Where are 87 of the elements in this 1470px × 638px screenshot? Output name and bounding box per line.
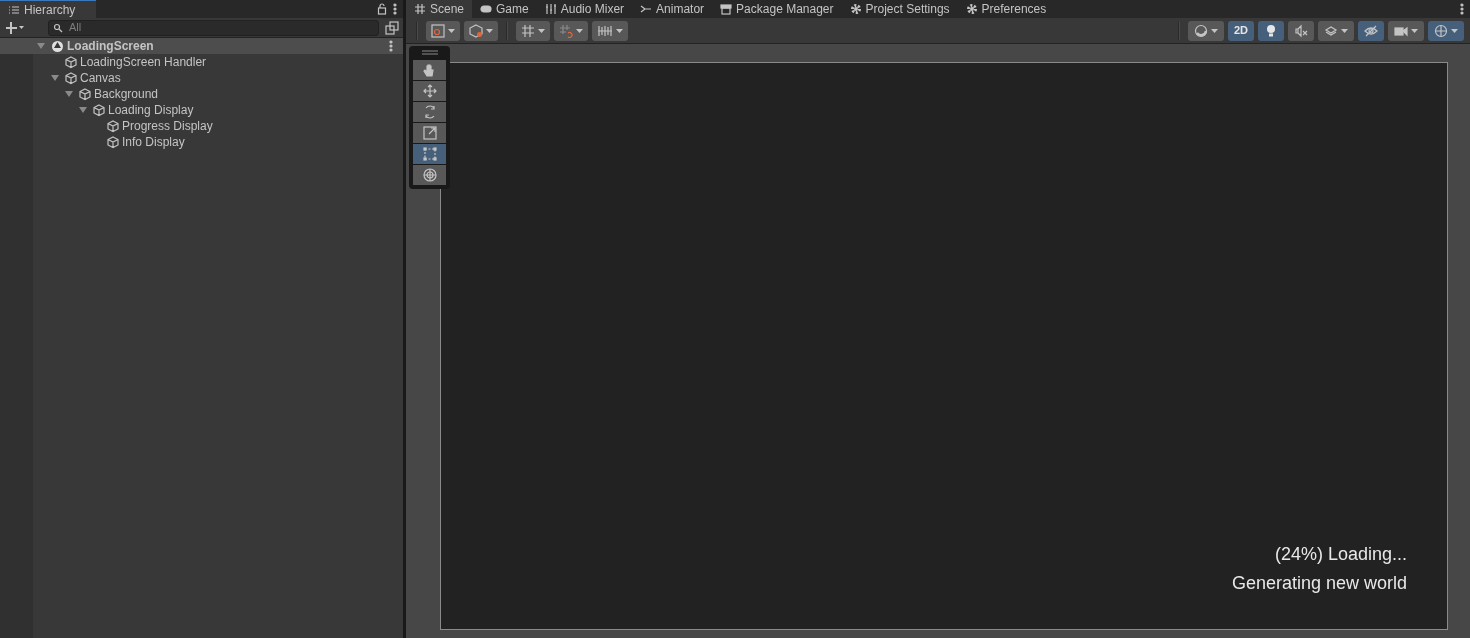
scene-tab[interactable]: Package Manager xyxy=(712,0,842,18)
loading-text: Generating new world xyxy=(1231,573,1407,595)
snap-icon xyxy=(559,23,573,38)
gamepad-icon xyxy=(480,3,493,15)
cube-icon xyxy=(107,119,119,133)
tool-button[interactable] xyxy=(413,60,446,80)
render-mode-dropdown[interactable] xyxy=(464,20,498,41)
add-button[interactable] xyxy=(6,21,24,34)
settings-icon xyxy=(849,3,862,15)
dropdown-icon xyxy=(1451,28,1458,33)
cube-icon xyxy=(469,23,483,38)
scene-icon xyxy=(51,39,64,53)
more-icon[interactable] xyxy=(393,3,397,15)
lightbulb-icon xyxy=(1264,23,1278,38)
scene-visibility-icon[interactable] xyxy=(385,20,399,35)
scene-tab[interactable]: Project Settings xyxy=(841,0,958,18)
tool-button[interactable] xyxy=(413,165,446,185)
plus-icon xyxy=(6,21,24,34)
ruler-icon xyxy=(597,23,613,38)
view-toggle[interactable] xyxy=(1428,20,1464,41)
speaker-icon xyxy=(1294,23,1308,38)
cube-icon xyxy=(65,55,77,69)
scale-icon xyxy=(422,126,437,140)
view-toggle[interactable] xyxy=(1187,20,1224,41)
hierarchy-item[interactable]: Loading Display xyxy=(33,102,403,118)
tool-button[interactable] xyxy=(413,123,446,143)
search-icon xyxy=(53,22,63,33)
cube-icon xyxy=(79,87,91,101)
loading-text: (24%) Loading... xyxy=(1274,543,1407,566)
transform-icon xyxy=(422,168,437,182)
sliders-icon xyxy=(544,3,557,15)
hierarchy-item[interactable]: Progress Display xyxy=(33,118,403,134)
globe-icon xyxy=(1434,23,1448,38)
more-icon[interactable] xyxy=(389,40,393,52)
more-icon[interactable] xyxy=(1460,3,1464,15)
hierarchy-item[interactable]: LoadingScreen Handler xyxy=(33,54,403,70)
cube-icon xyxy=(65,71,77,85)
dropdown-icon xyxy=(1210,28,1218,33)
view-toggle[interactable] xyxy=(1258,20,1284,41)
hand-icon xyxy=(422,63,437,77)
view-toggle[interactable] xyxy=(1288,20,1314,41)
scene-tab[interactable]: Animator xyxy=(632,0,713,18)
draw-mode-icon xyxy=(431,23,445,38)
scene-tab[interactable]: Game xyxy=(472,0,537,18)
dropdown-icon xyxy=(1341,28,1348,33)
draw-mode-dropdown[interactable] xyxy=(426,20,460,41)
arrow-icon xyxy=(640,3,653,15)
hierarchy-item[interactable]: Info Display xyxy=(33,134,403,150)
cube-icon xyxy=(93,103,105,117)
grid-snap-dropdown[interactable] xyxy=(516,20,550,41)
list-icon xyxy=(8,3,20,16)
search-field[interactable]: All xyxy=(48,19,379,36)
view-toggle[interactable] xyxy=(1388,20,1424,41)
dropdown-icon xyxy=(538,28,545,33)
ruler-dropdown[interactable] xyxy=(592,20,628,41)
dropdown-icon xyxy=(486,28,493,33)
expanded-arrow-icon xyxy=(37,42,45,50)
hierarchy-tab[interactable]: Hierarchy xyxy=(0,0,96,18)
lock-icon[interactable] xyxy=(377,3,387,15)
tool-button[interactable] xyxy=(413,81,446,101)
rotate-icon xyxy=(422,105,437,119)
2d-toggle[interactable]: 2D xyxy=(1227,20,1254,41)
grid-icon xyxy=(521,23,535,38)
dropdown-icon xyxy=(1411,28,1418,33)
settings-icon xyxy=(965,3,978,15)
hierarchy-item[interactable]: LoadingScreen xyxy=(0,38,403,54)
hierarchy-item[interactable]: Background xyxy=(33,86,403,102)
tool-button[interactable] xyxy=(413,144,446,164)
view-toggle[interactable] xyxy=(1318,20,1354,41)
dropdown-icon xyxy=(616,28,623,33)
increment-snap-dropdown[interactable] xyxy=(554,20,588,41)
view-toggle[interactable] xyxy=(1358,20,1384,41)
dropdown-icon xyxy=(448,28,455,33)
rect-tool-icon xyxy=(422,147,437,161)
tool-button[interactable] xyxy=(413,102,446,122)
box-icon xyxy=(720,3,733,15)
hidden-eye-icon xyxy=(1364,23,1378,38)
cube-icon xyxy=(107,135,119,149)
scene-tab[interactable]: Audio Mixer xyxy=(536,0,633,18)
move-icon xyxy=(422,84,437,98)
drag-handle-icon xyxy=(421,50,438,55)
scene-tab[interactable]: Scene xyxy=(406,0,473,18)
shading-icon xyxy=(1193,23,1208,38)
scene-tab[interactable]: Preferences xyxy=(957,0,1055,18)
hierarchy-item[interactable]: Canvas xyxy=(33,70,403,86)
dropdown-icon xyxy=(576,28,583,33)
grid-icon xyxy=(414,3,426,15)
